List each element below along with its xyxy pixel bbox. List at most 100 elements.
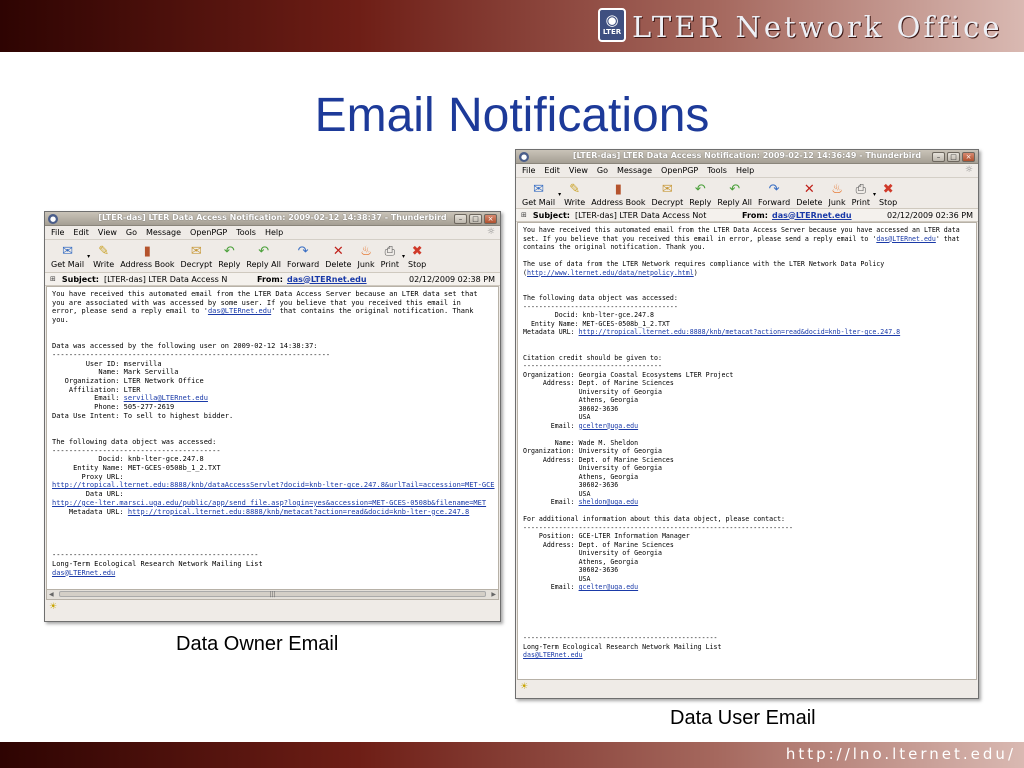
delete-icon: ✕ (803, 182, 815, 197)
subject-label: Subject: (61, 274, 99, 284)
print-button[interactable]: ⎙ Print (849, 181, 873, 207)
junk-flame-icon: ♨ (831, 182, 843, 197)
user-id-line: User ID: mservilla (52, 359, 162, 368)
body-line: ) (693, 268, 698, 277)
address-line: 30602-3636 (523, 566, 619, 574)
status-lightbulb-icon: ☀ (49, 601, 58, 612)
proxy-url-link[interactable]: http://tropical.lternet.edu:8888/knb/dat… (52, 481, 495, 489)
address-book-button[interactable]: ▮ Address Book (117, 243, 177, 269)
close-button[interactable]: × (962, 152, 975, 162)
title-bar[interactable]: ● [LTER-das] LTER Data Access Notificati… (45, 212, 500, 226)
horizontal-scrollbar[interactable]: ◀ ||| ▶ (46, 590, 499, 600)
minimize-button[interactable]: – (454, 214, 467, 224)
menu-go[interactable]: Go (126, 228, 137, 237)
reply-button[interactable]: ↶ Reply (215, 243, 243, 269)
decrypt-button[interactable]: ✉ Decrypt (649, 181, 687, 207)
from-address-link[interactable]: das@LTERnet.edu (772, 211, 852, 220)
print-button[interactable]: ⎙ Print (378, 243, 402, 269)
forward-button[interactable]: ↷ Forward (284, 243, 322, 269)
message-body: You have received this automated email f… (517, 222, 977, 680)
metadata-url-link[interactable]: http://tropical.lternet.edu:8888/knb/met… (579, 328, 901, 336)
close-button[interactable]: × (484, 214, 497, 224)
reply-all-button[interactable]: ↶ Reply All (243, 243, 284, 269)
menu-message[interactable]: Message (617, 166, 652, 175)
reply-button[interactable]: ↶ Reply (686, 181, 714, 207)
write-button[interactable]: ✎ Write (90, 243, 117, 269)
junk-button[interactable]: ♨ Junk (825, 181, 848, 207)
data-url-link[interactable]: http://gce-lter.marsci.uga.edu/public/ap… (52, 499, 486, 507)
menu-file[interactable]: File (522, 166, 535, 175)
address-line: University of Georgia (523, 464, 662, 472)
address-line: USA (523, 413, 591, 421)
from-address-link[interactable]: das@LTERnet.edu (287, 275, 367, 284)
position-line: Position: GCE-LTER Information Manager (523, 532, 690, 540)
minimize-button[interactable]: – (932, 152, 945, 162)
menu-view[interactable]: View (98, 228, 117, 237)
message-header: ⊞ Subject: [LTER-das] LTER Data Access N… (45, 273, 500, 286)
stop-icon: ✖ (882, 182, 894, 197)
mailing-list-link[interactable]: das@LTERnet.edu (52, 569, 115, 577)
menu-message[interactable]: Message (146, 228, 181, 237)
delete-button[interactable]: ✕ Delete (322, 243, 354, 269)
get-mail-button[interactable]: ✉ Get Mail (519, 181, 558, 207)
get-mail-button[interactable]: ✉ Get Mail (48, 243, 87, 269)
subject-value: [LTER-das] LTER Data Access Notifici (575, 210, 707, 220)
stop-button[interactable]: ✖ Stop (405, 243, 429, 269)
address-book-button[interactable]: ▮ Address Book (588, 181, 648, 207)
contact-email-link[interactable]: sheldon@uga.edu (579, 498, 639, 506)
menu-edit[interactable]: Edit (544, 166, 560, 175)
delete-button[interactable]: ✕ Delete (793, 181, 825, 207)
message-date: 02/12/2009 02:38 PM (409, 274, 495, 284)
organization-line: Organization: LTER Network Office (52, 377, 204, 386)
message-date: 02/12/2009 02:36 PM (887, 210, 973, 220)
reply-email-link[interactable]: das@LTERnet.edu (876, 235, 936, 243)
menu-help[interactable]: Help (265, 228, 283, 237)
menu-openpgp[interactable]: OpenPGP (661, 166, 698, 175)
contact-email-link[interactable]: gcelter@uga.edu (579, 583, 639, 591)
scroll-left-icon[interactable]: ◀ (49, 591, 54, 598)
email-label: Email: (523, 583, 579, 591)
menu-view[interactable]: View (569, 166, 588, 175)
divider: --------------------------------------- (523, 302, 678, 311)
data-policy-link[interactable]: http://www.lternet.edu/data/netpolicy.ht… (527, 269, 694, 277)
forward-button[interactable]: ↷ Forward (755, 181, 793, 207)
menu-tools[interactable]: Tools (236, 228, 256, 237)
stop-button[interactable]: ✖ Stop (876, 181, 900, 207)
write-button[interactable]: ✎ Write (561, 181, 588, 207)
maximize-button[interactable]: □ (469, 214, 482, 224)
mailing-list-link[interactable]: das@LTERnet.edu (523, 651, 583, 659)
junk-button[interactable]: ♨ Junk (354, 243, 377, 269)
mailing-list-footer: Long-Term Ecological Research Network Ma… (523, 642, 722, 651)
menu-file[interactable]: File (51, 228, 64, 237)
name-line: Name: Wade M. Sheldon (523, 438, 639, 447)
status-lightbulb-icon: ☀ (520, 681, 529, 692)
menu-openpgp[interactable]: OpenPGP (190, 228, 227, 237)
junk-flame-icon: ♨ (360, 244, 372, 259)
address-line: Athens, Georgia (523, 472, 639, 481)
contact-email-link[interactable]: gcelter@uga.edu (579, 422, 639, 430)
docid-line: Docid: knb-lter-gce.247.8 (52, 455, 204, 464)
user-email-link[interactable]: servilla@LTERnet.edu (124, 394, 208, 402)
menu-tools[interactable]: Tools (707, 166, 727, 175)
title-bar[interactable]: ● [LTER-das] LTER Data Access Notificati… (516, 150, 978, 164)
divider: ---------------------------------------- (52, 446, 221, 455)
printer-icon: ⎙ (855, 182, 867, 197)
scrollbar-thumb[interactable]: ||| (59, 591, 486, 598)
reply-all-icon: ↶ (729, 182, 741, 197)
reply-all-button[interactable]: ↶ Reply All (714, 181, 755, 207)
scroll-right-icon[interactable]: ▶ (491, 591, 496, 598)
menu-go[interactable]: Go (597, 166, 608, 175)
body-line: You have received this automated email f… (523, 226, 960, 234)
menu-edit[interactable]: Edit (73, 228, 89, 237)
expand-header-icon[interactable]: ⊞ (50, 275, 56, 283)
menu-help[interactable]: Help (736, 166, 754, 175)
expand-header-icon[interactable]: ⊞ (521, 211, 527, 219)
affiliation-line: Affiliation: LTER (52, 385, 141, 394)
delete-icon: ✕ (332, 244, 344, 259)
decrypt-button[interactable]: ✉ Decrypt (178, 243, 216, 269)
user-caption: Data User Email (670, 707, 816, 729)
maximize-button[interactable]: □ (947, 152, 960, 162)
reply-email-link[interactable]: das@LTERnet.edu (208, 307, 271, 315)
metadata-url-link[interactable]: http://tropical.lternet.edu:8888/knb/met… (128, 508, 469, 516)
body-line: ' that (935, 234, 960, 243)
